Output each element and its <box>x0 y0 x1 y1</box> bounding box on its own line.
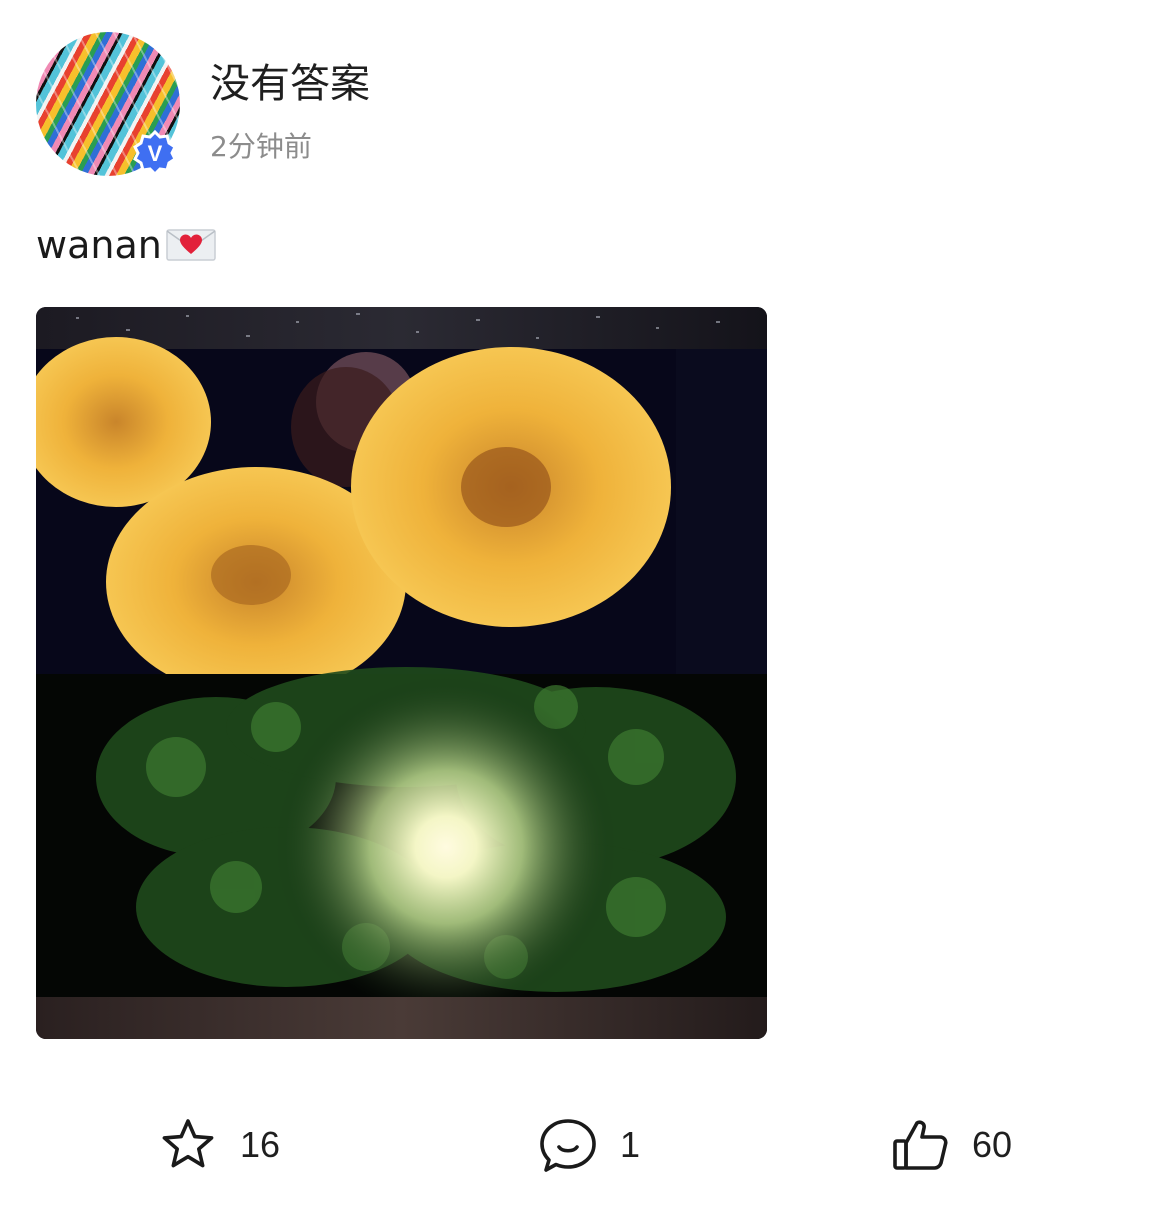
comment-icon <box>540 1119 596 1172</box>
photo-image <box>36 307 767 1039</box>
verified-badge-icon: V <box>133 130 177 176</box>
favorite-count: 16 <box>240 1124 281 1165</box>
post-text: wanan <box>36 223 162 267</box>
favorite-button[interactable]: 16 <box>158 1110 280 1180</box>
author-name[interactable]: 没有答案 <box>210 58 370 110</box>
action-bar: 16 1 60 <box>0 1110 1169 1180</box>
love-letter-icon <box>166 229 216 261</box>
author-avatar-wrap[interactable]: V <box>36 32 180 176</box>
thumbs-up-icon <box>893 1120 948 1170</box>
verified-badge-letter: V <box>148 141 163 166</box>
comment-button[interactable]: 1 <box>538 1110 640 1180</box>
star-icon <box>162 1119 214 1168</box>
post-photo[interactable] <box>36 307 767 1039</box>
like-button[interactable]: 60 <box>890 1110 1012 1180</box>
post-timestamp: 2分钟前 <box>210 130 312 163</box>
like-count: 60 <box>972 1124 1013 1165</box>
post-body: wanan <box>36 220 218 270</box>
comment-count: 1 <box>620 1124 641 1165</box>
